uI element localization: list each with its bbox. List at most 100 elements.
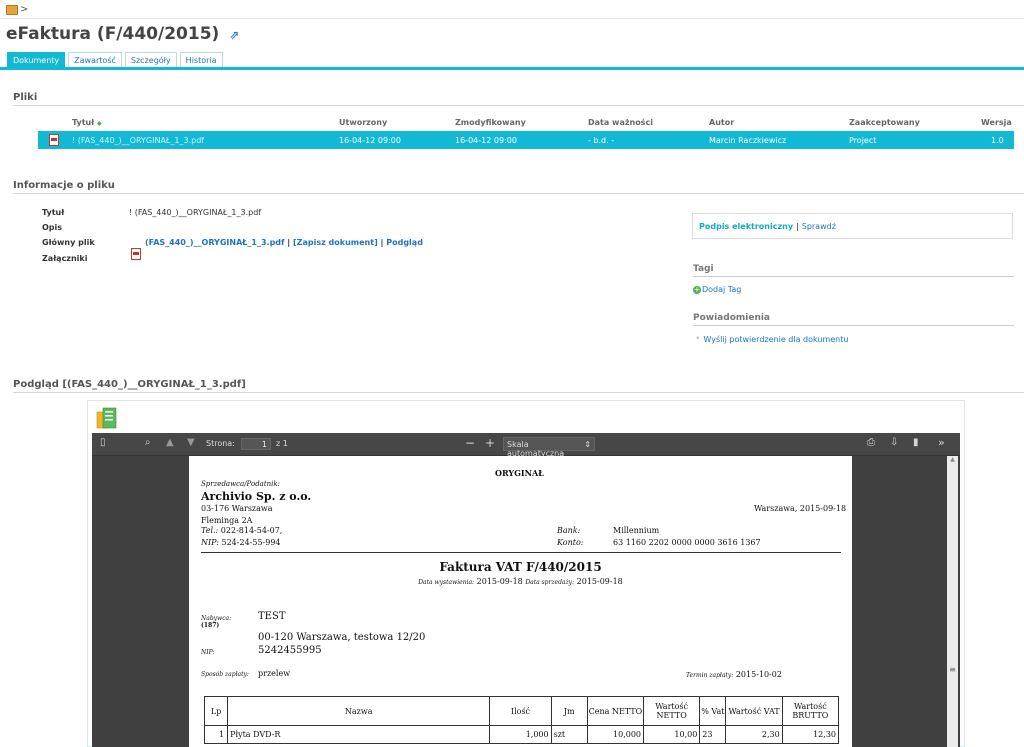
main-file-line: (FAS_440_)__ORYGINAŁ_1_3.pdf | [Zapisz d… [145, 238, 423, 247]
due-date: Termin zapłaty: 2015-10-02 [686, 670, 782, 679]
zoom-select[interactable]: Skala automatyczna ⇕ [503, 437, 595, 458]
document-viewer-logo-icon [96, 407, 117, 429]
sort-icon: ◆ [97, 120, 102, 127]
buyer-nip: 5242455995 [258, 645, 322, 656]
save-document-link[interactable]: [Zapisz dokument] [293, 238, 378, 247]
table-row: 1 Płyta DVD-R 1,000 szt 10,000 10,00 23 … [203, 725, 840, 744]
notifications-divider [693, 325, 1014, 326]
seller-nip: NIP: 524-24-55-994 [201, 538, 281, 547]
preview-link[interactable]: Podgląd [386, 238, 423, 247]
preview-divider [13, 392, 1024, 393]
send-confirmation-link[interactable]: ° Wyślij potwierdzenie dla dokumentu [696, 335, 848, 344]
scroll-grip-icon[interactable]: ≡ [947, 665, 958, 674]
scroll-up-icon[interactable]: ▲ [947, 456, 958, 466]
table-header: Wartość NETTO [643, 696, 701, 726]
files-section-title: Pliki [13, 92, 38, 103]
bullet-icon: ° [696, 335, 700, 344]
page-number-input[interactable]: 1 [241, 438, 271, 450]
table-header: Nazwa [227, 696, 491, 726]
separator: | [287, 238, 291, 247]
seller-name: Archivio Sp. z o.o. [201, 490, 312, 503]
page-label: Strona: [206, 439, 235, 448]
download-icon[interactable]: ⇩ [890, 437, 898, 448]
account-value: 63 1160 2202 0000 0000 3616 1367 [613, 538, 761, 547]
item-net: 10,00 [643, 725, 701, 744]
search-icon[interactable]: ⌕ [145, 437, 151, 448]
table-header: Lp [203, 696, 229, 726]
col-header-modified[interactable]: Zmodyfikowany [455, 118, 526, 127]
select-arrows-icon: ⇕ [584, 440, 591, 449]
attachments-label: Załączniki [42, 254, 88, 263]
verify-link[interactable]: Sprawdź [802, 222, 836, 231]
col-header-created[interactable]: Utworzony [339, 118, 387, 127]
link-icon[interactable]: ⇗ [229, 28, 239, 42]
col-header-expiry[interactable]: Data ważności [588, 118, 653, 127]
zoom-out-icon[interactable]: − [465, 436, 475, 450]
row-version: 1.0 [991, 136, 1004, 145]
tools-chevron-icon[interactable]: » [938, 436, 945, 449]
invoice-title: Faktura VAT F/440/2015 [439, 560, 602, 574]
main-file-link[interactable]: (FAS_440_)__ORYGINAŁ_1_3.pdf [145, 238, 285, 247]
col-header-version[interactable]: Wersja [981, 118, 1012, 127]
bank-label: Bank: [557, 526, 581, 535]
title-value: ! (FAS_440_)__ORYGINAŁ_1_3.pdf [129, 208, 262, 217]
previous-page-icon[interactable]: ▲ [166, 437, 174, 448]
seller-address-2: Fleminga 2A [201, 516, 253, 525]
seller-label: Sprzedawca/Podatnik: [201, 480, 281, 488]
separator: | [796, 221, 799, 231]
invoice-items-table: Lp Nazwa Ilość Jm Cena NETTO Wartość NET… [203, 696, 840, 744]
payment-label: Sposób zapłaty: [201, 671, 249, 678]
payment-value: przelew [258, 669, 291, 678]
tab-underline [0, 67, 1024, 70]
send-confirmation-label: Wyślij potwierdzenie dla dokumentu [703, 335, 849, 344]
buyer-id: (187) [201, 622, 220, 629]
row-author: Marcin Raczkiewicz [709, 136, 787, 145]
invoice-dates: Data wystawienia: 2015-09-18 Data sprzed… [418, 577, 623, 586]
viewer-scrollbar[interactable] [947, 456, 958, 747]
next-page-icon[interactable]: ▼ [187, 437, 195, 448]
table-header: Wartość BRUTTO [781, 696, 840, 726]
copy-label: ORYGINAŁ [495, 468, 544, 478]
table-header: Cena NETTO [586, 696, 645, 726]
item-qty: 1,000 [489, 725, 552, 744]
col-header-accepted[interactable]: Zaakceptowany [849, 118, 920, 127]
signature-link[interactable]: Podpis elektroniczny [699, 222, 793, 231]
row-title-link[interactable]: ! (FAS_440_)__ORYGINAŁ_1_3.pdf [72, 136, 204, 145]
page-title: eFaktura (F/440/2015) ⇗ [6, 24, 239, 44]
page-total: z 1 [276, 439, 288, 448]
buyer-label: Nabywca: [201, 615, 232, 622]
item-vat-rate: 23 [699, 725, 727, 744]
add-tag-button[interactable]: + Dodaj Tag [693, 285, 741, 294]
row-expiry: - b.d. - [588, 136, 615, 145]
row-accepted: Project [849, 136, 877, 145]
file-info-divider [13, 193, 1024, 194]
table-header: Wartość VAT [725, 696, 783, 726]
table-header: Jm [550, 696, 588, 726]
tags-divider [693, 276, 1014, 277]
print-icon[interactable]: ⎙ [867, 437, 875, 448]
col-header-author[interactable]: Autor [709, 118, 734, 127]
sidebar-toggle-icon[interactable]: ▯ [100, 437, 106, 448]
seller-address-1: 03-176 Warszawa [201, 504, 273, 513]
item-gross: 12,30 [781, 725, 840, 744]
pdf-page: ORYGINAŁ Sprzedawca/Podatnik: Archivio S… [189, 456, 852, 747]
pdf-file-icon [49, 134, 59, 146]
item-name: Płyta DVD-R [227, 725, 491, 744]
bookmark-icon[interactable]: ▮ [913, 437, 919, 448]
table-header: % Vat [699, 696, 727, 726]
item-price: 10,000 [586, 725, 645, 744]
files-section-divider [13, 105, 1024, 106]
row-created: 16-04-12 09:00 [339, 136, 401, 145]
item-lp: 1 [203, 725, 229, 744]
folder-icon[interactable] [6, 4, 18, 15]
item-vat: 2,30 [725, 725, 783, 744]
buyer-name: TEST [258, 611, 286, 622]
col-header-title[interactable]: Tytuł ◆ [72, 118, 102, 127]
tags-title: Tagi [693, 264, 714, 274]
table-header-row: Lp Nazwa Ilość Jm Cena NETTO Wartość NET… [203, 696, 840, 726]
buyer-address: 00-120 Warszawa, testowa 12/20 [258, 632, 426, 643]
add-icon: + [693, 284, 701, 294]
zoom-in-icon[interactable]: + [485, 436, 495, 450]
main-file-label: Główny plik [42, 238, 95, 247]
place-date: Warszawa, 2015-09-18 [754, 504, 847, 513]
